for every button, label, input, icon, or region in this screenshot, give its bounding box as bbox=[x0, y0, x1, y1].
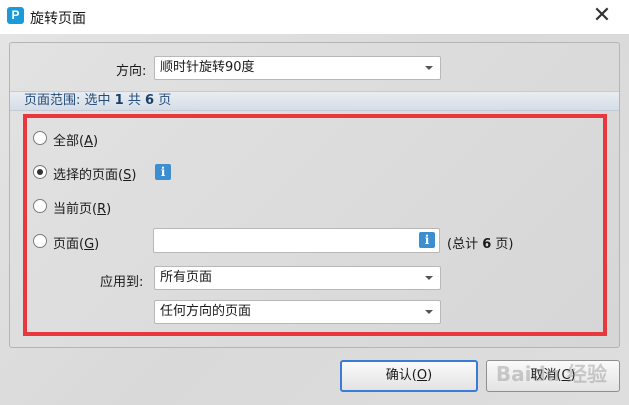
radio-current-page[interactable] bbox=[33, 199, 47, 213]
radio-pages-label: 页面(G) bbox=[53, 237, 100, 252]
direction-label: 方向: bbox=[116, 64, 147, 79]
page-range-header: 页面范围: 选中 1 共 6 页 bbox=[10, 91, 619, 111]
range-middle: 共 bbox=[127, 93, 141, 108]
radio-selected-pages-label: 选择的页面(S) bbox=[53, 168, 137, 183]
info-icon[interactable]: i bbox=[155, 164, 171, 180]
app-logo-icon: P bbox=[7, 7, 24, 24]
range-prefix: 页面范围: 选中 bbox=[24, 93, 111, 108]
title-bar: P 旋转页面 ✕ bbox=[0, 0, 629, 34]
radio-all-label: 全部(A) bbox=[53, 134, 99, 149]
range-selected-count: 1 bbox=[114, 93, 124, 108]
radio-pages[interactable] bbox=[33, 234, 47, 248]
close-icon[interactable]: ✕ bbox=[589, 3, 615, 29]
direction-value: 顺时针旋转90度 bbox=[160, 60, 255, 75]
highlight-frame bbox=[23, 114, 607, 336]
radio-selected-pages[interactable] bbox=[33, 165, 47, 179]
range-suffix: 页 bbox=[158, 93, 172, 108]
total-pages-text: (总计 6 页) bbox=[447, 237, 514, 252]
pages-input[interactable] bbox=[153, 228, 440, 253]
direction-select[interactable]: 顺时针旋转90度 bbox=[154, 56, 441, 80]
watermark: Baidu 经验 bbox=[495, 362, 607, 386]
chevron-down-icon bbox=[425, 66, 433, 70]
radio-current-page-label: 当前页(R) bbox=[53, 202, 112, 217]
range-total-count: 6 bbox=[145, 93, 155, 108]
radio-all[interactable] bbox=[33, 131, 47, 145]
dialog-body: 方向: 顺时针旋转90度 应用到: 所有页面 任何方向的页面 页面范围: 选中 … bbox=[0, 34, 629, 405]
ok-button[interactable]: 确认(O) bbox=[340, 360, 478, 392]
window-title: 旋转页面 bbox=[30, 11, 86, 27]
info-icon[interactable]: i bbox=[419, 232, 435, 248]
